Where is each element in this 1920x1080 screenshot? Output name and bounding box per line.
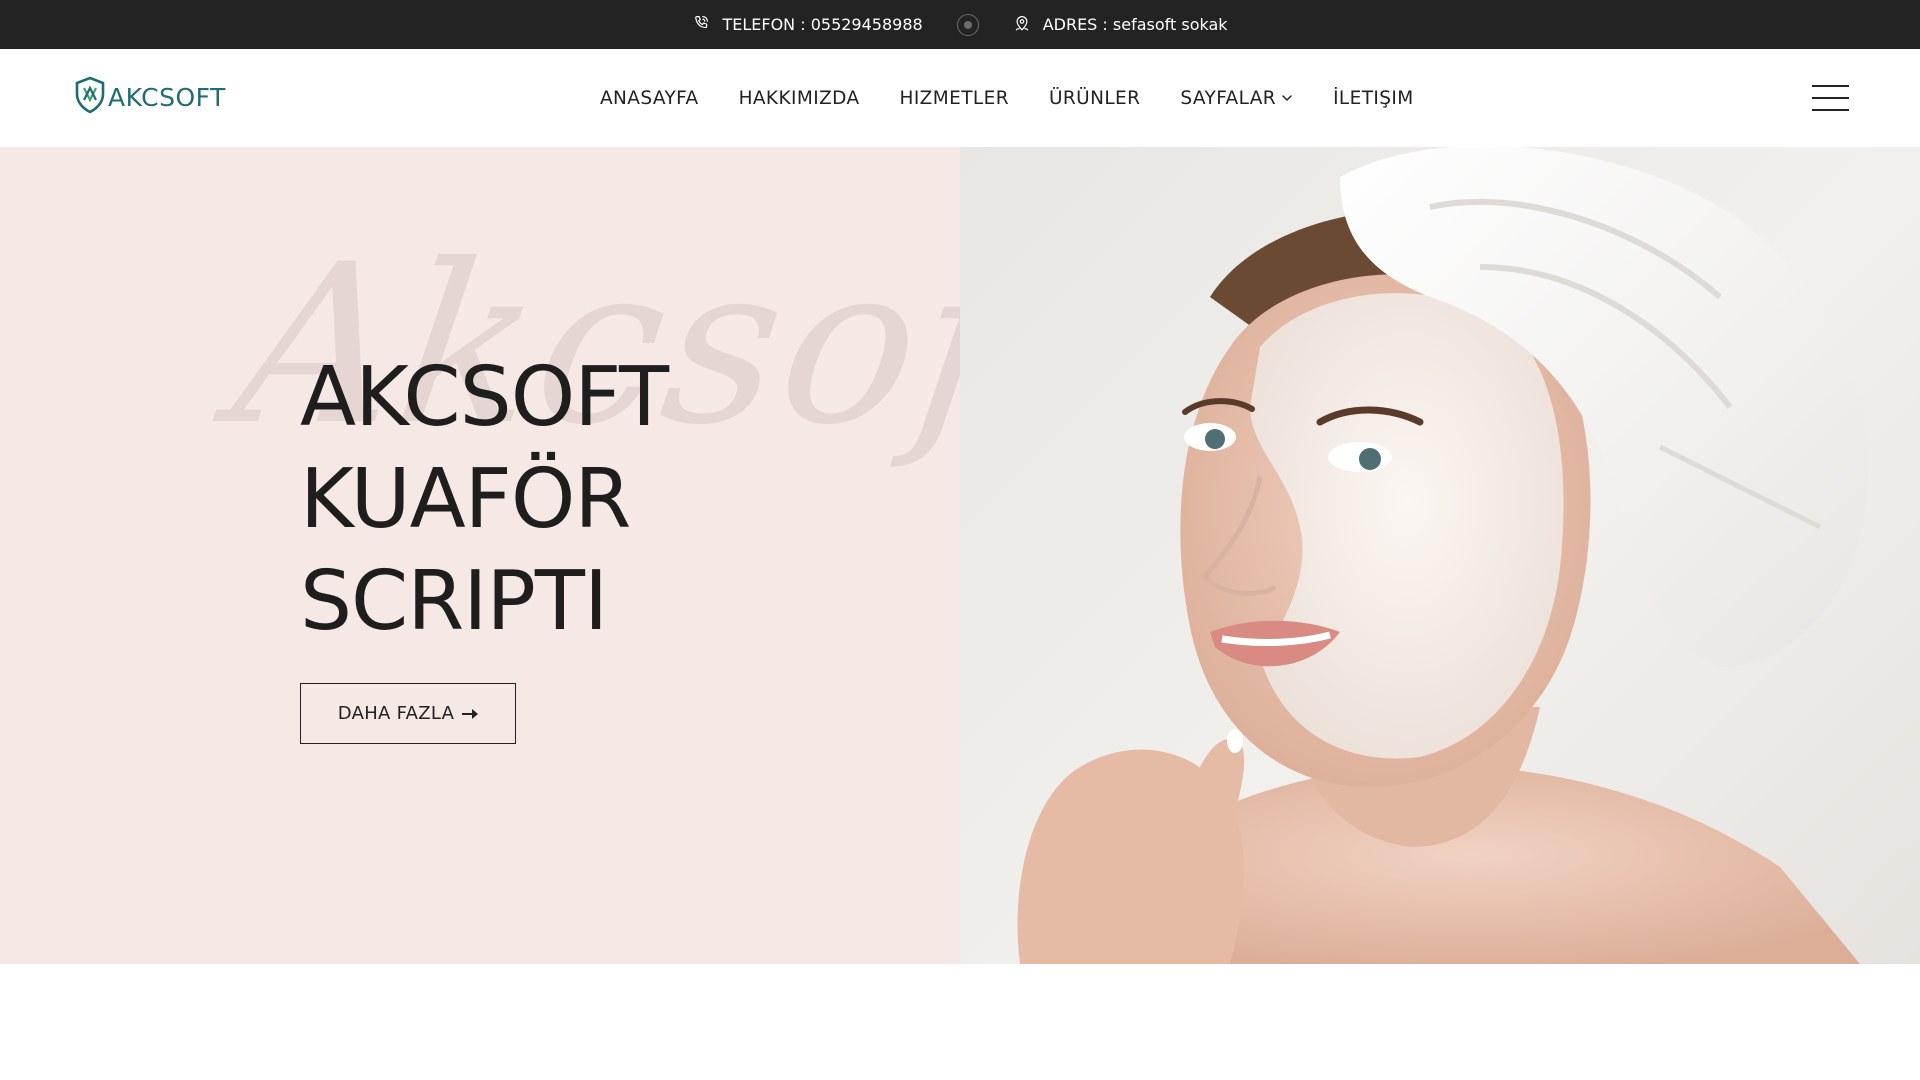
shield-logo-icon <box>74 76 106 118</box>
nav-label: ANASAYFA <box>600 87 699 109</box>
hamburger-menu-icon[interactable] <box>1812 85 1849 111</box>
phone-info[interactable]: TELEFON : 05529458988 <box>692 14 923 36</box>
hero-title: AKCSOFT KUAFÖR SCRIPTI <box>300 347 669 653</box>
nav-item-urunler[interactable]: ÜRÜNLER <box>1049 88 1140 109</box>
hero-title-line: SCRIPTI <box>300 554 608 649</box>
main-nav: ANASAYFA HAKKIMIZDA HIZMETLER ÜRÜNLER SA… <box>600 49 1414 147</box>
chevron-down-icon <box>1281 88 1293 109</box>
cta-label: DAHA FAZLA <box>337 703 455 724</box>
daha-fazla-button[interactable]: DAHA FAZLA <box>300 683 516 744</box>
location-pin-icon <box>1013 14 1031 36</box>
nav-label: ÜRÜNLER <box>1048 87 1141 109</box>
nav-label: HIZMETLER <box>899 87 1009 109</box>
arrow-right-icon <box>462 703 479 724</box>
nav-item-iletisim[interactable]: İLETIŞIM <box>1333 88 1414 109</box>
separator-dot-icon <box>956 13 979 36</box>
site-logo[interactable]: AKCSOFT <box>74 76 226 118</box>
address-info: ADRES : sefasoft sokak <box>1013 14 1228 36</box>
logo-text: AKCSOFT <box>108 82 226 112</box>
phone-text: TELEFON : 05529458988 <box>722 15 923 34</box>
nav-label: SAYFALAR <box>1180 87 1277 109</box>
woman-face-mask-illustration <box>1017 147 1868 964</box>
hero-title-line: AKCSOFT <box>300 350 669 445</box>
top-info-bar: TELEFON : 05529458988 ADRES : sefasoft s… <box>0 0 1920 49</box>
nav-label: HAKKIMIZDA <box>738 87 860 109</box>
hero-text-panel: Akcsoft AKCSOFT KUAFÖR SCRIPTI DAHA FAZL… <box>0 147 960 964</box>
nav-item-sayfalar[interactable]: SAYFALAR <box>1180 88 1293 109</box>
hero-photo <box>960 147 1920 964</box>
nav-label: İLETIŞIM <box>1333 87 1414 109</box>
nav-item-hakkimizda[interactable]: HAKKIMIZDA <box>739 88 860 109</box>
nav-item-anasayfa[interactable]: ANASAYFA <box>600 88 699 109</box>
hero-title-line: KUAFÖR <box>300 452 631 547</box>
hero-section: Akcsoft AKCSOFT KUAFÖR SCRIPTI DAHA FAZL… <box>0 147 1920 964</box>
address-text: ADRES : sefasoft sokak <box>1042 15 1228 34</box>
phone-icon <box>692 14 710 36</box>
nav-item-hizmetler[interactable]: HIZMETLER <box>900 88 1009 109</box>
site-header: AKCSOFT ANASAYFA HAKKIMIZDA HIZMETLER ÜR… <box>0 49 1920 147</box>
